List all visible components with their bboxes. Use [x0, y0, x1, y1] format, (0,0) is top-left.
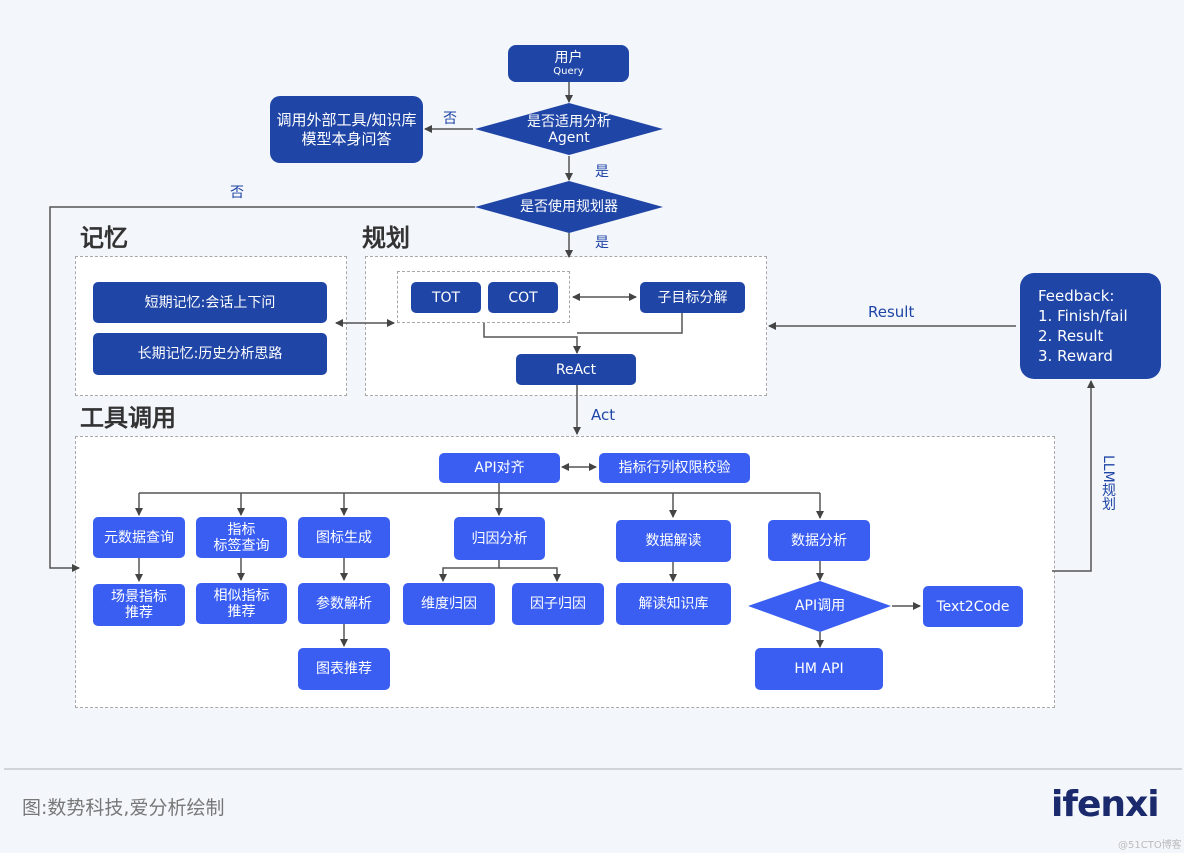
user-query-title: 用户 [554, 49, 583, 66]
scene-metric-line1: 场景指标 [111, 589, 167, 605]
api-call-node: API调用 [794, 598, 846, 614]
decision-agent-node: 是否适用分析 Agent [495, 110, 643, 150]
figure-caption: 图:数势科技,爱分析绘制 [22, 797, 225, 819]
feedback-title: Feedback: [1038, 287, 1115, 305]
metric-tag-query-node: 指标 标签查询 [196, 517, 287, 558]
label-llm-plan: LLM规划 [1100, 455, 1116, 511]
interpret-kb-node: 解读知识库 [616, 583, 731, 625]
attribution-node: 归因分析 [454, 517, 545, 560]
subgoal-node: 子目标分解 [640, 282, 745, 313]
footer-divider [4, 768, 1182, 770]
hm-api-node: HM API [755, 648, 883, 690]
chart-gen-node: 图标生成 [298, 517, 390, 558]
external-tool-line1: 调用外部工具/知识库 [276, 110, 417, 129]
similar-metric-line2: 推荐 [227, 603, 256, 620]
permission-check-node: 指标行列权限校验 [599, 453, 750, 483]
label-act: Act [591, 406, 616, 424]
edge-cot-react [483, 323, 581, 354]
param-parse-node: 参数解析 [298, 583, 390, 624]
metric-tag-line1: 指标 [227, 521, 256, 538]
user-query-subtitle: Query [553, 65, 584, 77]
factor-attribution-node: 因子归因 [512, 583, 604, 625]
edge-attr-split-2 [499, 567, 561, 582]
watermark: @51CTO博客 [1118, 840, 1182, 851]
similar-metric-line1: 相似指标 [213, 587, 270, 604]
edge-subgoal-react [577, 312, 683, 334]
tot-node: TOT [411, 282, 481, 313]
feedback-item: 3. Reward [1038, 347, 1113, 365]
label-yes-agent: 是 [595, 164, 609, 180]
external-tool-node: 调用外部工具/知识库 模型本身问答 [270, 96, 423, 163]
feedback-node: Feedback: 1. Finish/fail 2. Result 3. Re… [1020, 273, 1161, 379]
decision-agent-line2: Agent [548, 130, 590, 146]
cot-node: COT [488, 282, 558, 313]
dim-attribution-node: 维度归因 [403, 583, 495, 625]
metric-tag-line2: 标签查询 [213, 537, 270, 554]
feedback-item: 2. Result [1038, 327, 1104, 345]
label-no-agent: 否 [443, 111, 457, 127]
label-no-planner: 否 [230, 185, 244, 201]
label-result: Result [868, 303, 915, 321]
external-tool-line2: 模型本身问答 [301, 129, 392, 148]
react-node: ReAct [516, 354, 636, 385]
data-analysis-node: 数据分析 [768, 520, 870, 561]
long-term-memory-node: 长期记忆:历史分析思路 [93, 333, 327, 375]
scene-metric-node: 场景指标 推荐 [93, 584, 185, 626]
decision-agent-line1: 是否适用分析 [527, 114, 611, 130]
edge-attr-split [439, 560, 500, 582]
feedback-item: 1. Finish/fail [1038, 307, 1128, 325]
chart-recommend-node: 图表推荐 [298, 648, 390, 690]
scene-metric-line2: 推荐 [125, 605, 153, 621]
edge-llm-plan [1052, 380, 1095, 572]
user-query-node: 用户 Query [508, 45, 629, 82]
short-term-memory-node: 短期记忆:会话上下问 [93, 282, 327, 323]
edge-planner-no [49, 206, 475, 572]
ifenxi-logo: ifenxi [1051, 784, 1160, 825]
similar-metric-node: 相似指标 推荐 [196, 583, 287, 624]
api-align-node: API对齐 [439, 453, 560, 483]
decision-planner-node: 是否使用规划器 [520, 199, 618, 215]
label-yes-planner: 是 [595, 235, 609, 251]
metadata-query-node: 元数据查询 [93, 517, 185, 558]
data-interpret-node: 数据解读 [616, 520, 731, 562]
text2code-node: Text2Code [923, 586, 1023, 627]
